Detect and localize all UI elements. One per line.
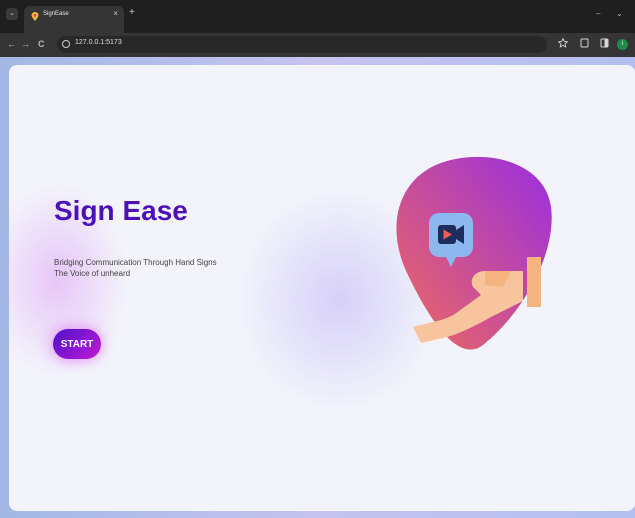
url-text[interactable]: 127.0.0.1:5173	[75, 39, 122, 46]
tab-search-button[interactable]: ⌄	[6, 8, 18, 20]
profile-initial: i	[621, 41, 624, 47]
url-field[interactable]: 127.0.0.1:5173	[57, 36, 547, 53]
tab-title: SignEase	[43, 11, 69, 17]
site-info-icon[interactable]	[62, 40, 70, 48]
minimize-button[interactable]: –	[596, 9, 600, 18]
tagline: Bridging Communication Through Hand Sign…	[54, 257, 217, 279]
new-tab-button[interactable]: +	[129, 8, 135, 18]
hero-card: Sign Ease Bridging Communication Through…	[9, 65, 635, 511]
page-title: Sign Ease	[54, 195, 188, 226]
tab-close-icon[interactable]: ×	[113, 9, 118, 18]
forward-icon[interactable]: →	[21, 39, 30, 49]
page-viewport: Sign Ease Bridging Communication Through…	[0, 57, 635, 518]
pin-favicon-icon	[31, 12, 39, 21]
start-button[interactable]: START	[53, 329, 101, 359]
tab-strip: ⌄ SignEase × + – ⌄	[0, 0, 635, 33]
star-icon[interactable]	[558, 38, 568, 48]
address-bar-row: ← → C 127.0.0.1:5173 i	[0, 33, 635, 57]
browser-tab[interactable]: SignEase ×	[24, 6, 124, 33]
extensions-icon[interactable]	[580, 38, 589, 48]
profile-avatar[interactable]: i	[617, 39, 628, 50]
chevron-down-icon: ⌄	[9, 10, 15, 17]
reload-icon[interactable]: C	[38, 39, 45, 49]
tagline-line-2: The Voice of unheard	[54, 269, 131, 278]
window-menu-button[interactable]: ⌄	[616, 9, 623, 18]
browser-window: ⌄ SignEase × + – ⌄ ← → C 127.0.0.1:5173	[0, 0, 635, 518]
back-icon[interactable]: ←	[7, 39, 16, 49]
sign-video-illustration	[396, 156, 552, 350]
tagline-line-1: Bridging Communication Through Hand Sign…	[54, 258, 217, 267]
sidepanel-icon[interactable]	[600, 38, 609, 48]
